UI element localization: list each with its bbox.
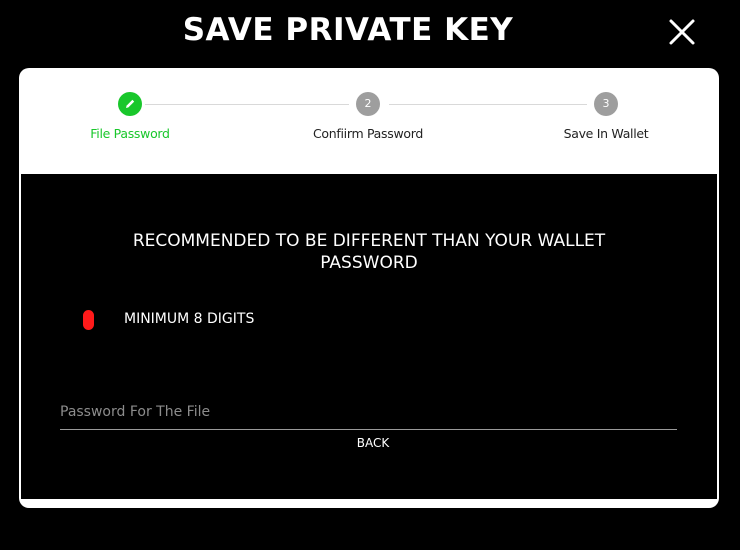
step-connector (389, 104, 587, 105)
recommendation-text: RECOMMENDED TO BE DIFFERENT THAN YOUR WA… (132, 231, 606, 273)
step-1-label: File Password (90, 126, 170, 141)
step-2-label: Confiirm Password (312, 126, 423, 141)
password-form: RECOMMENDED TO BE DIFFERENT THAN YOUR WA… (21, 174, 717, 499)
close-button[interactable] (664, 14, 700, 50)
stepper: File Password 2 Confiirm Password 3 Save… (19, 68, 719, 174)
requirement-status-indicator (83, 310, 94, 330)
step-3-indicator: 3 (594, 92, 618, 116)
back-button[interactable]: BACK (321, 432, 425, 454)
pencil-icon (126, 99, 135, 108)
step-3-label: Save In Wallet (563, 126, 649, 141)
file-password-input[interactable] (60, 395, 677, 430)
requirement-text: MINIMUM 8 DIGITS (124, 311, 255, 327)
modal-title: SAVE PRIVATE KEY (182, 12, 514, 48)
modal-card: File Password 2 Confiirm Password 3 Save… (19, 68, 719, 508)
step-2-indicator: 2 (356, 92, 380, 116)
step-1-indicator (118, 92, 142, 116)
step-connector (145, 104, 349, 105)
close-icon (669, 19, 695, 45)
